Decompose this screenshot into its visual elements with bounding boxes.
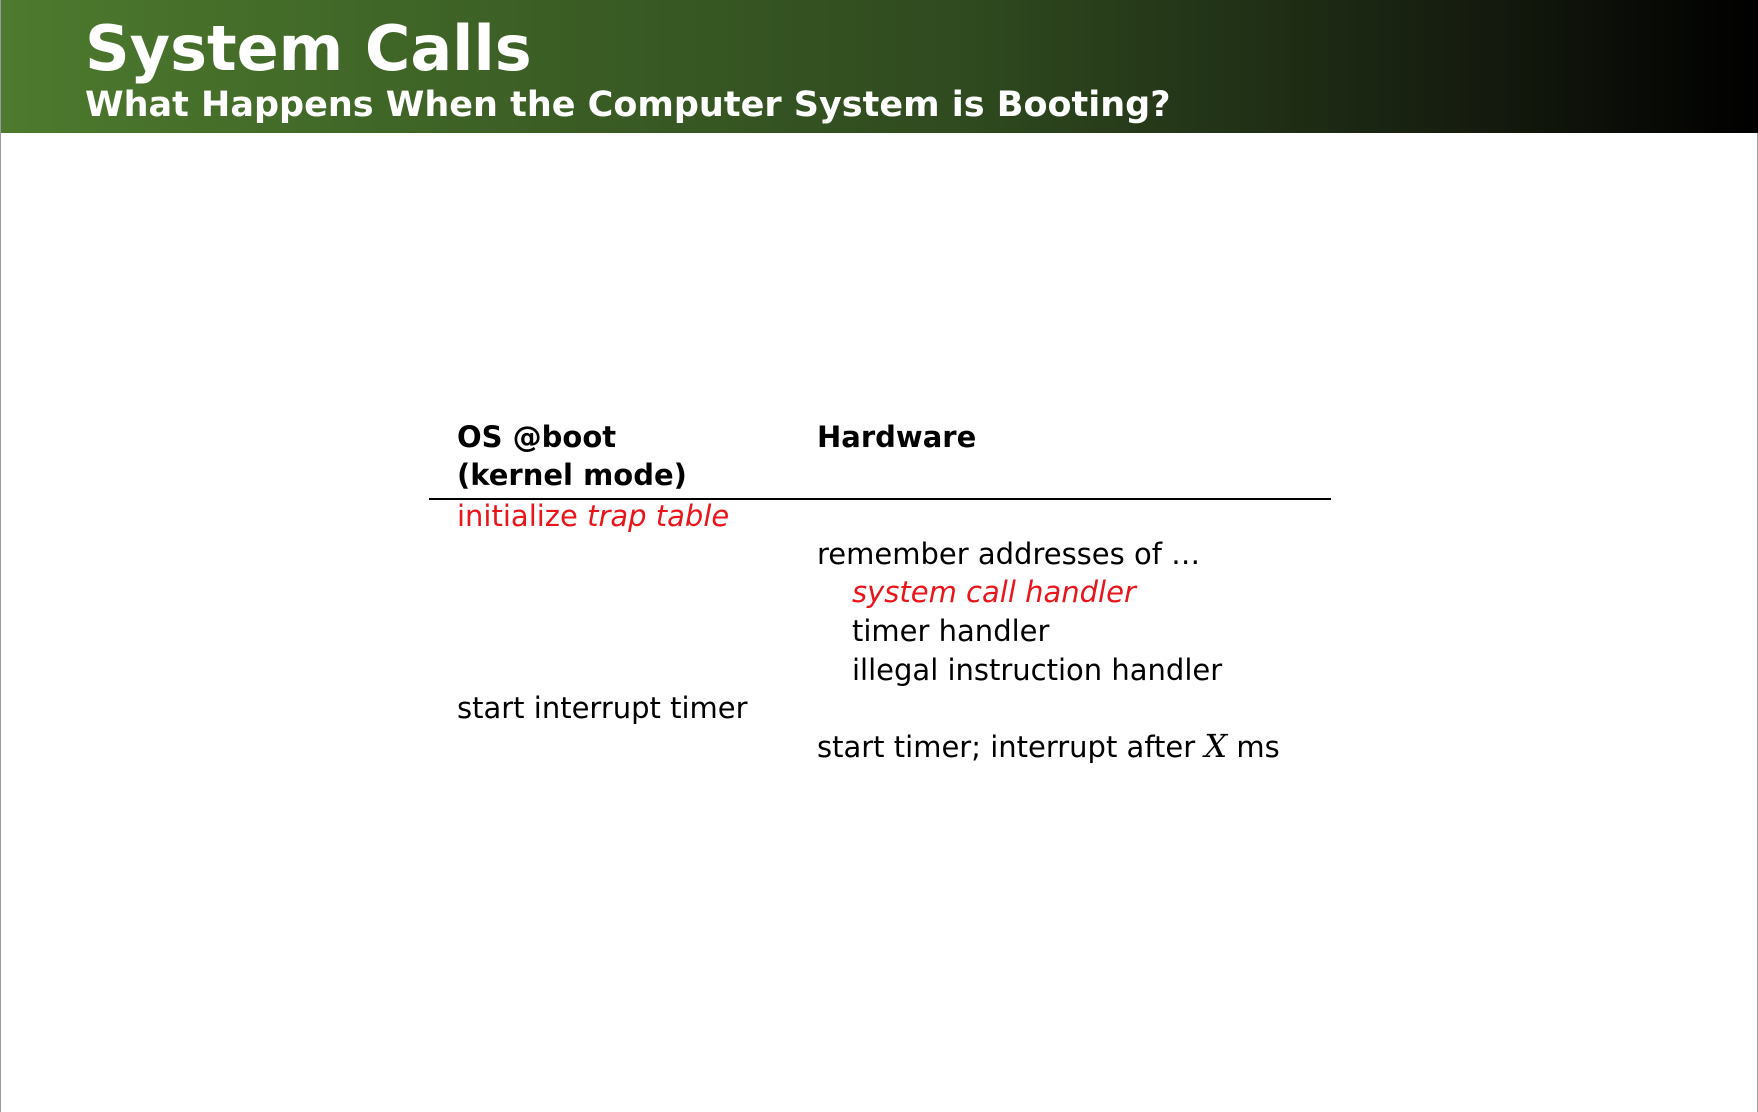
os-column-header: OS @boot [457,420,617,454]
slide: System Calls What Happens When the Compu… [0,0,1758,1112]
hardware-column-header: Hardware [817,420,977,454]
table-row-start-timer: start timer; interrupt after X ms [817,727,1280,766]
start-timer-prefix: start timer; interrupt after [817,730,1205,764]
os-column-subheader: (kernel mode) [457,458,687,492]
trap-table-emphasis: trap table [587,499,730,533]
slide-title: System Calls [85,12,532,85]
slide-content: OS @boot (kernel mode) Hardware initiali… [1,133,1758,1112]
slide-header: System Calls What Happens When the Compu… [1,0,1758,133]
table-row-remember-addresses: remember addresses of … [817,537,1201,571]
table-row-illegal-instruction-handler: illegal instruction handler [852,653,1223,687]
table-row-timer-handler: timer handler [852,614,1050,648]
table-row-initialize-trap-table: initialize trap table [457,497,729,535]
timer-variable-x: X [1204,727,1228,765]
table-row-system-call-handler: system call handler [852,575,1136,609]
table-row-start-interrupt-timer: start interrupt timer [457,691,748,725]
slide-subtitle: What Happens When the Computer System is… [85,85,1171,125]
start-timer-suffix: ms [1227,730,1280,764]
init-prefix: initialize [457,499,588,533]
